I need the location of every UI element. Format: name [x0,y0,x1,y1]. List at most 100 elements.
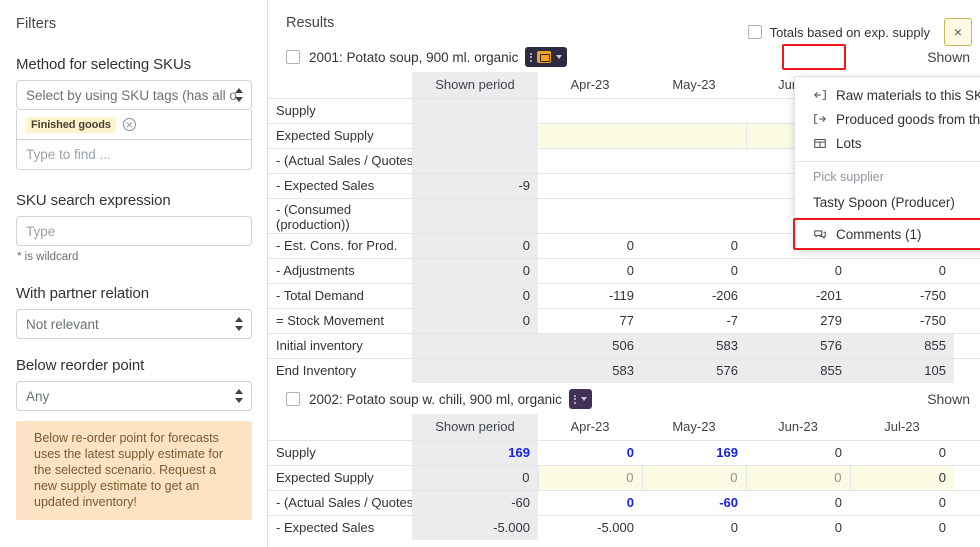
row-label: - Total Demand [268,283,412,308]
cell-value: 0 [939,495,946,510]
table-cell: -750 [850,308,954,333]
table-cell [412,358,538,383]
cell-value: 105 [924,363,946,378]
table-cell [954,358,980,383]
table-cell: 0 [850,490,954,515]
search-expression-input[interactable] [16,216,252,246]
chevron-updown-icon [234,389,243,403]
totals-based-on-exp-supply-checkbox[interactable] [748,25,762,39]
table-cell: 0 [850,440,954,465]
results-header: Results Totals based on exp. supply × [268,0,980,44]
reorder-notice: Below re-order point for forecasts uses … [16,421,252,520]
close-circle-icon[interactable]: ✕ [123,118,136,131]
table-cell: 0 [850,515,954,540]
results-panel: Results Totals based on exp. supply × 20… [268,0,980,547]
kebab-menu-icon [574,395,576,404]
table-cell [642,148,746,173]
table-corner [268,72,412,98]
method-select[interactable]: Select by using SKU tags (has all o [16,80,252,110]
sku-context-menu[interactable]: Raw materials to this SKU Produced goods… [794,76,980,249]
table-cell: -206 [642,283,746,308]
cell-value: -201 [816,288,842,303]
below-reorder-label: Below reorder point [16,357,251,374]
forecast-table-2002: Shown periodApr-23May-23Jun-23Jul-23 Sup… [268,414,980,540]
below-reorder-select[interactable]: Any [16,381,252,411]
table-cell: 576 [642,358,746,383]
cell-value: 0 [835,263,842,278]
table-cell: 0 [538,490,642,515]
cell-value: 576 [716,363,738,378]
cell-value: -60 [511,495,530,510]
row-label: - (Actual Sales / Quotes) [268,148,412,173]
sku-2001-checkbox[interactable] [286,50,300,64]
table-cell: 0 [746,258,850,283]
table-cell: 506 [538,333,642,358]
menu-item-label: Produced goods from this SKU [836,112,980,127]
table-cell [642,198,746,233]
partner-relation-label: With partner relation [16,285,251,302]
table-cell: 0 [412,465,538,490]
row-label: - Adjustments [268,258,412,283]
table-row: - Total Demand0-119-206-201-750 [268,283,980,308]
table-cell-spacer [954,515,980,540]
table-cell-spacer [954,440,980,465]
cell-value: -60 [719,495,738,510]
table-row: - (Actual Sales / Quotes)-600-6000 [268,490,980,515]
table-cell-spacer [954,465,980,490]
cell-value: 0 [523,263,530,278]
row-label: Supply [268,440,412,465]
table-cell [412,123,538,148]
tag-finished-goods: Finished goods [26,117,116,133]
table-cell: 0 [412,308,538,333]
menu-item-comments[interactable]: Comments (1) [795,220,980,248]
cell-value: 0 [523,238,530,253]
cell-value: 0 [523,313,530,328]
table-cell: -9 [412,173,538,198]
cell-value: 169 [716,445,738,460]
cell-value: -750 [920,288,946,303]
table-cell: -60 [412,490,538,515]
row-label: End Inventory [268,358,412,383]
sku-row-2001: 2001: Potato soup, 900 ml. organic Shown [268,42,980,72]
table-cell [412,198,538,233]
wildcard-hint: * is wildcard [17,251,251,263]
sku-2002-name: 2002: Potato soup w. chili, 900 ml, orga… [309,392,562,407]
table-cell: 0 [642,465,746,490]
menu-item-produced-goods[interactable]: Produced goods from this SKU [795,107,980,131]
cell-value: -119 [609,288,634,303]
table-cell: 0 [412,233,538,258]
totals-checkbox-label: Totals based on exp. supply [770,25,930,40]
table-cell [954,333,980,358]
sku-2002-menu-button[interactable] [569,389,592,409]
comment-badge-icon [537,51,551,63]
tag-search-input[interactable] [16,140,252,170]
sku-2001-menu-button[interactable] [525,47,567,67]
cell-value: 0 [835,520,842,535]
cell-value: 855 [924,338,946,353]
row-label: Supply [268,98,412,123]
menu-item-supplier[interactable]: Tasty Spoon (Producer) [795,190,980,214]
filters-sidebar: Filters Method for selecting SKUs Select… [0,0,268,547]
table-cell [538,98,642,123]
sku-2002-checkbox[interactable] [286,392,300,406]
table-cell: 169 [412,440,538,465]
row-label: - Expected Sales [268,515,412,540]
table-cell [412,148,538,173]
cell-value: -206 [712,288,738,303]
table-cell: 0 [642,233,746,258]
table-cell: 0 [538,440,642,465]
menu-item-raw-materials[interactable]: Raw materials to this SKU [795,83,980,107]
menu-item-lots[interactable]: Lots [795,131,980,155]
table-cell: 0 [538,465,642,490]
partner-relation-value: Not relevant [26,317,99,332]
cell-value: 583 [716,338,738,353]
box-icon [813,136,827,150]
cell-value: 77 [620,313,634,328]
method-select-value: Select by using SKU tags (has all o [26,88,237,103]
column-header-Shown period: Shown period [412,72,538,98]
cell-value: 0 [835,495,842,510]
partner-relation-select[interactable]: Not relevant [16,309,252,339]
table-cell: 855 [746,358,850,383]
cell-value: 0 [731,238,738,253]
table-cell: 0 [746,440,850,465]
